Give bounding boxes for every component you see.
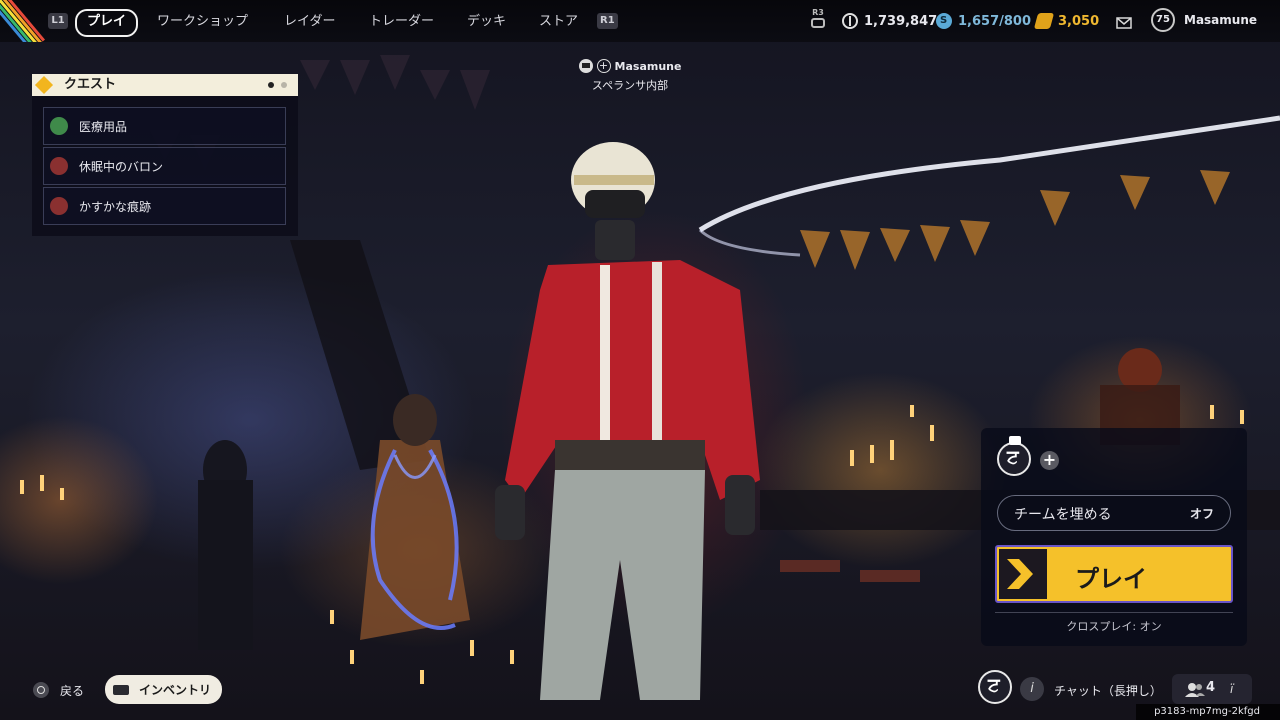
party-panel: ਟ + チームを埋める オフ プレイ クロスプレイ: オン [981,428,1247,646]
touchpad-icon [113,684,129,695]
r3-stick-hint: R3 [808,8,828,34]
tab-traders[interactable]: トレーダー [369,10,434,34]
credits-value: 1,739,847 [864,13,938,29]
quest-label: 休眠中のバロン [79,159,164,174]
crown-icon [578,59,593,73]
party-count-widget[interactable]: 4 ï [1172,674,1252,704]
medical-quest-icon [50,117,68,135]
top-navigation-bar: L1 プレイ ワークショップ レイダー トレーダー デッキ ストア R1 R3 … [0,0,1280,42]
fill-team-toggle[interactable]: チームを埋める オフ [997,495,1231,531]
quest-label: かすかな痕跡 [79,199,152,214]
gold-value: 3,050 [1058,13,1100,29]
play-label: プレイ [1075,565,1147,593]
quest-label: 医療用品 [79,119,128,134]
chat-label: チャット（長押し） [1054,683,1162,698]
r1-bumper-hint: R1 [597,13,618,29]
quest-title: クエスト [64,77,117,92]
session-id: p3183-mp7mg-2kfgd [1136,704,1280,720]
username-label[interactable]: Masamune [1184,13,1257,27]
fill-team-value: オフ [1189,507,1214,521]
player-location: スペランサ内部 [591,79,669,92]
player-level-badge: 75 [1151,8,1175,32]
edit-icon: ï [1230,682,1234,696]
quest-item[interactable]: かすかな痕跡 [43,187,286,225]
quest-diamond-icon [34,75,54,95]
l1-bumper-hint: L1 [48,13,68,29]
quest-header[interactable]: クエスト [32,74,298,96]
gold-bars-icon [1033,13,1055,29]
play-arrow-icon [999,549,1047,599]
play-button[interactable]: プレイ [995,545,1233,603]
quest-panel: クエスト 医療用品 休眠中のバロン かすかな痕跡 [32,74,298,236]
tab-store[interactable]: ストア [539,10,578,34]
circle-button-icon [33,682,49,698]
party-members-icon [1185,683,1205,697]
player-avatar[interactable]: ਟ [997,436,1031,476]
coins-value: 1,657/800 [958,13,1032,29]
info-icon[interactable]: i [1020,677,1044,701]
back-label: 戻る [60,683,85,698]
tab-raider[interactable]: レイダー [284,10,335,34]
quest-item[interactable]: 休眠中のバロン [43,147,286,185]
currency-credits: 1,739,847 [842,11,937,31]
credits-icon [842,13,858,29]
page-dot-active [268,82,274,88]
rainbow-stripes-logo [0,0,46,42]
inventory-label: インベントリ [139,683,212,697]
back-button[interactable]: 戻る [33,676,84,704]
chat-hint[interactable]: チャット（長押し） [1054,676,1162,704]
player-name: Masamune [614,59,682,73]
party-count-value: 4 [1206,680,1216,695]
currency-coins: S 1,657/800 [936,11,1031,31]
baron-quest-icon [50,157,68,175]
player-character [495,142,760,700]
page-dot [281,82,287,88]
fill-team-label: チームを埋める [1014,507,1112,523]
tab-workshop[interactable]: ワークショップ [157,10,248,34]
leader-crown-icon [1009,436,1021,445]
chat-avatar: ਟ [978,670,1012,704]
currency-gold: 3,050 [1033,11,1100,31]
quest-item[interactable]: 医療用品 [43,107,286,145]
divider [995,612,1233,613]
tab-deck[interactable]: デッキ [467,10,506,34]
inventory-button[interactable]: インベントリ [105,675,222,704]
add-friend-icon[interactable]: + [596,59,611,73]
coins-icon: S [936,13,952,29]
trace-quest-icon [50,197,68,215]
mail-icon[interactable] [1116,14,1132,29]
tab-play[interactable]: プレイ [75,9,139,37]
player-nameplate: + Masamune スペランサ内部 [560,59,700,93]
add-party-member-button[interactable]: + [1040,451,1059,470]
crossplay-status: クロスプレイ: オン [1066,620,1162,633]
